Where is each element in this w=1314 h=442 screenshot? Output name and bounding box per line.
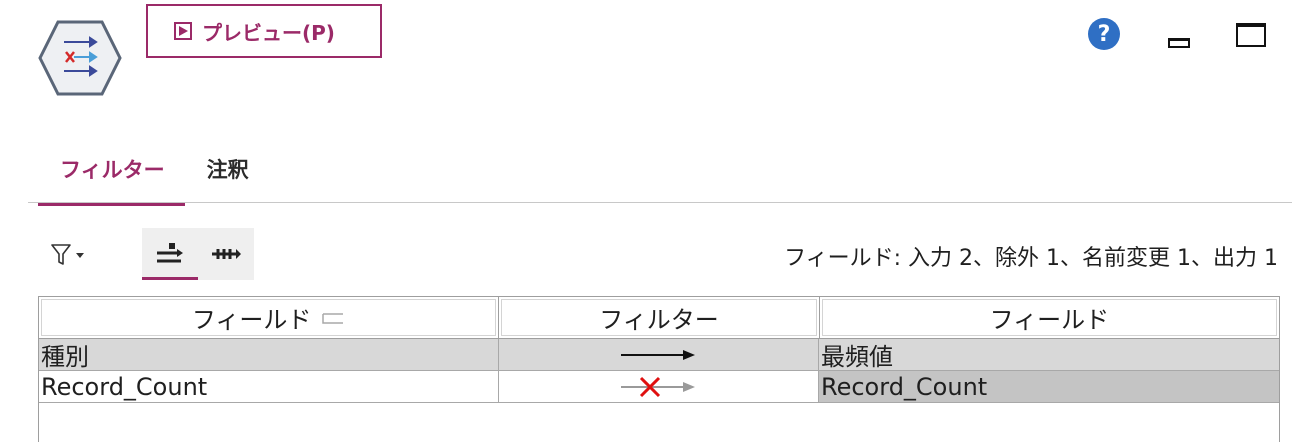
output-field-cell[interactable]: Record_Count <box>819 371 1279 403</box>
column-header-input-field[interactable]: フィールド <box>39 297 500 339</box>
filter-toggle-cell[interactable] <box>499 371 819 403</box>
filter-funnel-icon <box>51 244 71 265</box>
tab-filter[interactable]: フィルター <box>38 146 185 206</box>
minimize-icon[interactable] <box>1168 38 1190 48</box>
filter-mode-button[interactable] <box>142 228 198 280</box>
removed-arrow-icon <box>620 376 695 397</box>
mode-toggle-group <box>142 228 254 280</box>
output-field-cell[interactable]: 最頻値 <box>819 339 1279 371</box>
maximize-icon[interactable] <box>1236 23 1266 47</box>
table-row[interactable]: 種別 最頻値 <box>39 339 1279 371</box>
pass-arrow-icon <box>620 349 695 360</box>
column-header-output-field[interactable]: フィールド <box>819 297 1280 339</box>
table-row[interactable]: Record_Count Record_Count <box>39 371 1279 403</box>
field-filter-table: フィールド フィルター フィールド 種別 最頻値 Record_Count Re… <box>38 296 1280 442</box>
tab-bar: フィルター 注釈 <box>38 146 269 206</box>
input-field-cell[interactable]: Record_Count <box>39 371 499 403</box>
filter-mode-icon <box>157 242 183 262</box>
filter-node-icon <box>38 18 122 98</box>
input-field-cell[interactable]: 種別 <box>39 339 499 371</box>
rename-mode-icon <box>212 249 241 259</box>
column-header-filter[interactable]: フィルター <box>499 297 820 339</box>
rename-mode-button[interactable] <box>198 228 254 280</box>
filter-toggle-cell[interactable] <box>499 339 819 371</box>
sort-icon <box>322 312 344 324</box>
window-controls: ? <box>1088 18 1266 50</box>
chevron-down-icon <box>76 252 84 258</box>
tab-annotation[interactable]: 注釈 <box>185 146 269 206</box>
preview-button[interactable]: プレビュー(P) <box>146 4 382 58</box>
field-status-text: フィールド: 入力 2、除外 1、名前変更 1、出力 1 <box>784 246 1278 271</box>
filter-dropdown[interactable] <box>50 242 84 266</box>
table-header-row: フィールド フィルター フィールド <box>39 297 1280 339</box>
preview-button-label: プレビュー(P) <box>202 20 335 45</box>
tab-divider <box>28 202 1292 203</box>
play-icon <box>174 22 192 40</box>
help-icon[interactable]: ? <box>1088 18 1120 50</box>
